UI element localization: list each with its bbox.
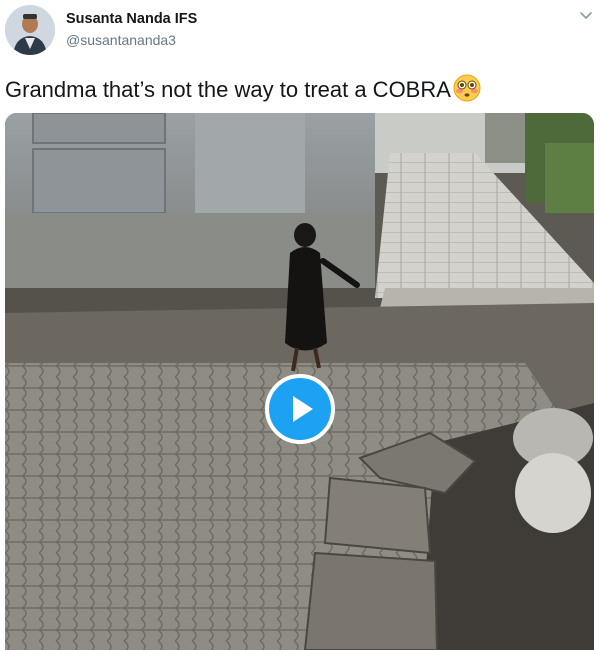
tweet-header: Susanta Nanda IFS @susantananda3	[0, 0, 600, 64]
flushed-face-emoji	[452, 73, 482, 103]
avatar-image	[5, 5, 55, 55]
avatar[interactable]	[5, 5, 55, 55]
tweet-text-body: Grandma that’s not the way to treat a CO…	[5, 77, 451, 102]
author-display-name[interactable]: Susanta Nanda IFS	[66, 11, 197, 27]
play-icon	[293, 396, 313, 422]
video-player[interactable]	[5, 113, 594, 650]
play-button[interactable]	[265, 374, 335, 444]
tweet-text: Grandma that’s not the way to treat a CO…	[5, 73, 482, 103]
author-handle[interactable]: @susantananda3	[66, 32, 176, 48]
chevron-down-icon[interactable]	[578, 8, 594, 24]
